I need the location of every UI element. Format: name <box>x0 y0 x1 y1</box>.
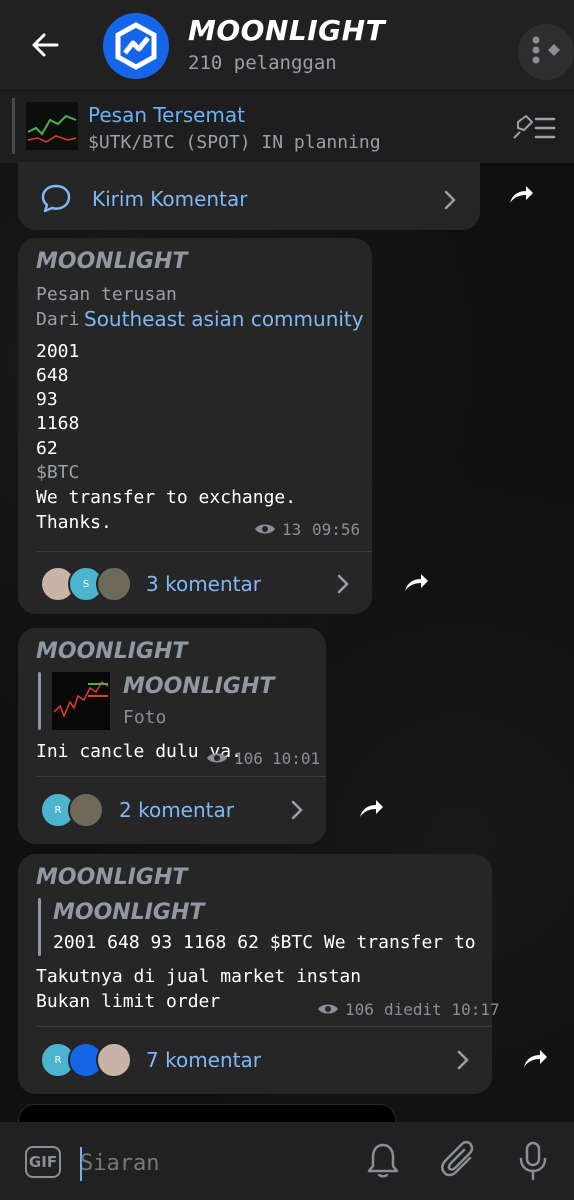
comments-count[interactable]: 7 komentar <box>146 1048 261 1072</box>
divider <box>36 1026 492 1027</box>
more-dots-icon <box>532 36 560 64</box>
message-sender[interactable]: MOONLIGHT <box>36 249 187 274</box>
microphone-icon[interactable] <box>517 1140 549 1182</box>
comments-count[interactable]: 3 komentar <box>146 572 261 596</box>
reply-sender: MOONLIGHT <box>123 674 275 699</box>
views-eye-icon <box>318 1004 338 1014</box>
message-time: 10:01 <box>272 749 321 768</box>
share-icon[interactable] <box>395 563 435 603</box>
channel-logo-icon <box>115 22 157 70</box>
pinned-indicator <box>12 98 15 154</box>
message-line: Thanks. <box>36 512 112 533</box>
avatar-letter: R <box>54 1054 62 1066</box>
message-line: 93 <box>36 389 58 410</box>
message-input[interactable]: Siaran <box>80 1151 159 1176</box>
channel-avatar[interactable] <box>103 13 169 79</box>
commenter-avatar <box>96 566 132 602</box>
message-line: 1168 <box>36 413 80 434</box>
message-time: diedit 10:17 <box>384 1000 500 1019</box>
more-menu-button[interactable] <box>518 24 574 80</box>
reply-sender: MOONLIGHT <box>53 900 205 925</box>
message-sender[interactable]: MOONLIGHT <box>36 639 187 664</box>
back-arrow-icon[interactable] <box>30 30 60 60</box>
views-eye-icon <box>255 524 275 534</box>
forward-from-link[interactable]: Southeast asian community <box>84 307 364 331</box>
share-icon[interactable] <box>500 175 540 215</box>
commenter-avatar <box>68 792 104 828</box>
comment-bar-previous[interactable] <box>18 162 480 230</box>
reply-text: 2001 648 93 1168 62 $BTC We transfer to … <box>53 932 483 953</box>
pinned-title: Pesan Tersemat <box>88 103 246 127</box>
gif-button[interactable]: GIF <box>25 1146 61 1178</box>
divider <box>36 551 372 552</box>
message-line: We transfer to exchange. <box>36 487 297 508</box>
chevron-right-icon <box>337 574 349 594</box>
message-line: 648 <box>36 365 69 386</box>
reply-photo-thumbnail <box>52 672 110 730</box>
subscriber-count: 210 pelanggan <box>188 52 337 74</box>
chevron-right-icon <box>444 190 456 210</box>
chevron-right-icon <box>457 1050 469 1070</box>
comments-count[interactable]: 2 komentar <box>119 798 234 822</box>
message-time: 09:56 <box>312 520 361 539</box>
view-count: 106 <box>234 749 263 768</box>
pinned-chart-thumbnail <box>26 102 78 150</box>
channel-title[interactable]: MOONLIGHT <box>188 14 385 47</box>
cashtag-link[interactable]: $BTC <box>36 462 79 483</box>
message-line: Bukan limit order <box>36 991 221 1012</box>
commenter-avatar <box>96 1042 132 1078</box>
avatar-letter: S <box>82 578 90 590</box>
divider <box>36 776 326 777</box>
pinned-text: $UTK/BTC (SPOT) IN planning <box>88 132 381 153</box>
message-line: 2001 <box>36 341 80 362</box>
send-comment-label: Kirim Komentar <box>92 187 248 211</box>
share-icon[interactable] <box>514 1039 554 1079</box>
share-icon[interactable] <box>350 789 390 829</box>
forward-from-prefix: Dari <box>36 309 80 330</box>
chevron-right-icon <box>291 800 303 820</box>
bell-icon[interactable] <box>366 1142 400 1180</box>
reply-indicator <box>38 898 41 956</box>
avatar-letter: R <box>54 804 62 816</box>
message-sender[interactable]: MOONLIGHT <box>36 865 187 890</box>
view-count: 13 <box>282 520 302 539</box>
comment-bubble-icon <box>41 184 71 213</box>
pinned-list-icon[interactable] <box>510 114 556 142</box>
paperclip-icon[interactable] <box>440 1140 478 1182</box>
reply-indicator <box>38 672 41 730</box>
forward-label: Pesan terusan <box>36 284 177 305</box>
views-eye-icon <box>207 753 227 763</box>
message-line: 62 <box>36 438 58 459</box>
message-line: Takutnya di jual market instan <box>36 966 362 987</box>
reply-text: Foto <box>123 707 167 728</box>
view-count: 106 <box>345 1000 374 1019</box>
